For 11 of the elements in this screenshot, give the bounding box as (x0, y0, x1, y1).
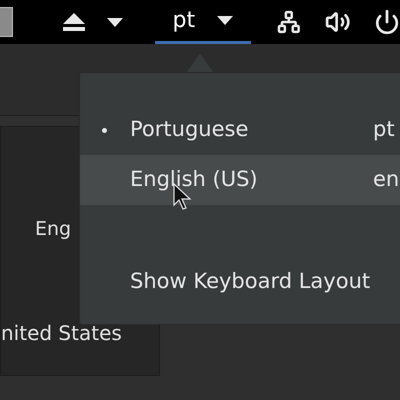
menu-item[interactable]: Portuguese pt (80, 105, 400, 155)
menu-item[interactable]: Show Keyboard Layout (80, 257, 400, 307)
eject-icon[interactable] (62, 13, 85, 31)
power-icon[interactable] (374, 9, 400, 35)
menu-item[interactable]: English (US) en (80, 155, 400, 205)
caret-icon (106, 18, 123, 26)
network-icon[interactable] (276, 9, 301, 35)
panel-text: nited States (1, 320, 123, 346)
panel-text: Eng (35, 217, 72, 242)
window-thumbnail-icon (0, 7, 13, 37)
caret-icon (217, 16, 234, 25)
